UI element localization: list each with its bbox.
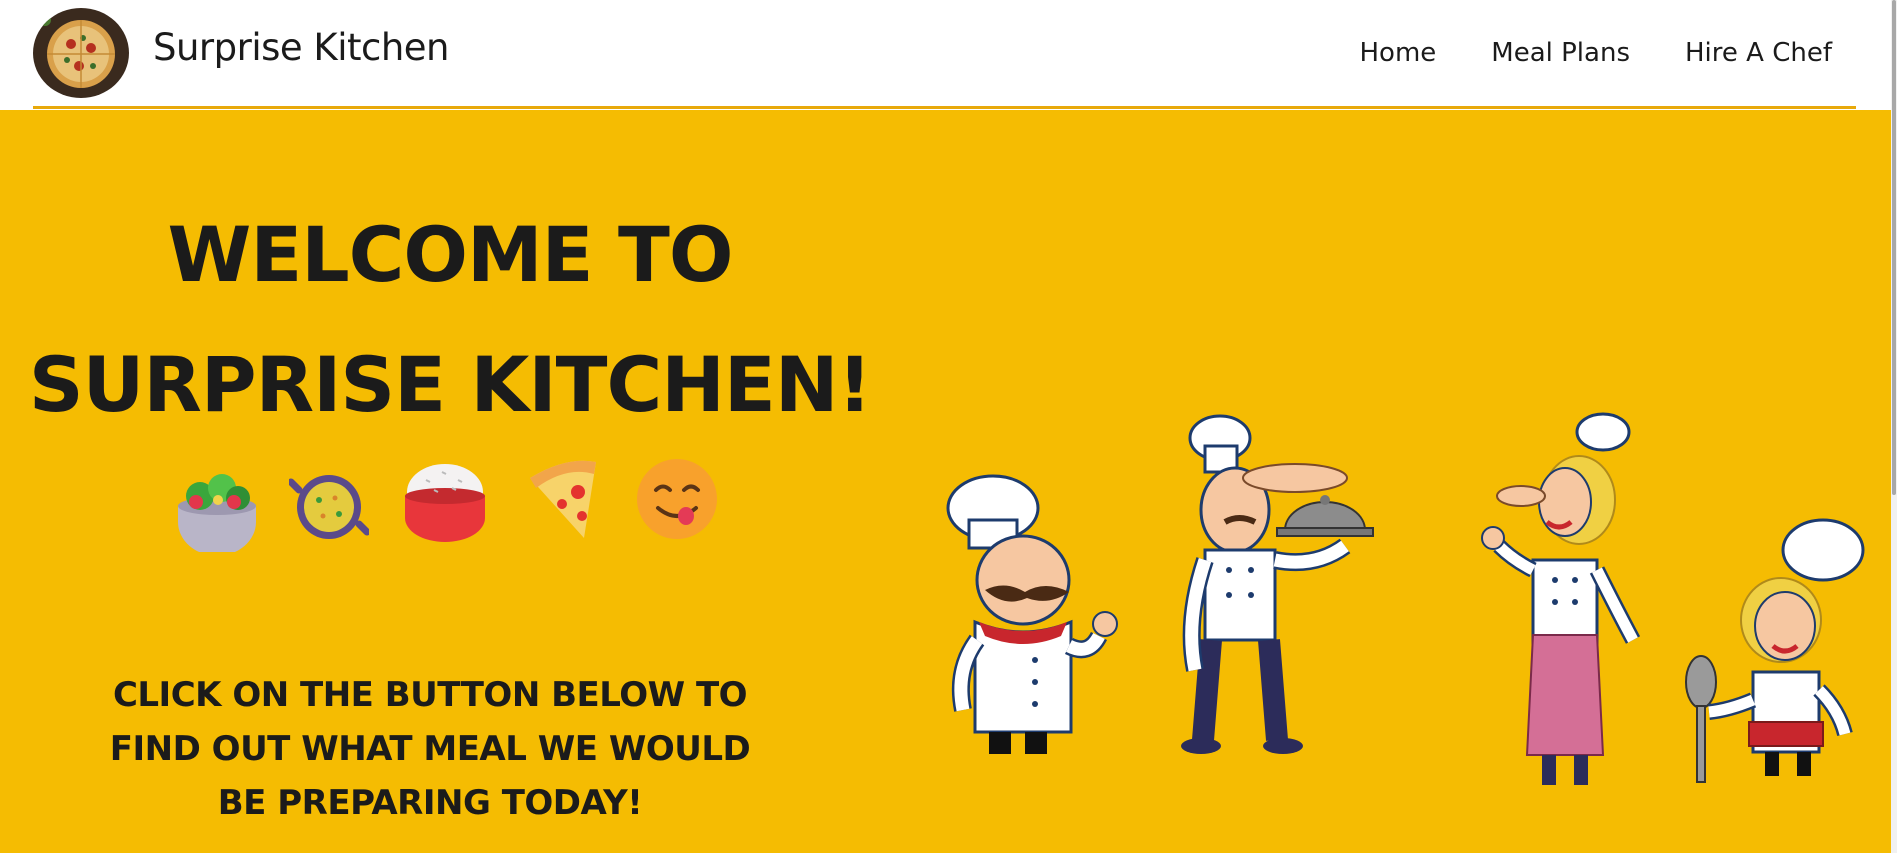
rice-bowl-icon [405,464,485,542]
nav-link-meal-plans[interactable]: Meal Plans [1491,38,1630,68]
pizza-logo-icon[interactable] [33,8,129,98]
scrollbar-thumb[interactable] [1892,0,1896,495]
yum-face-icon [637,459,717,539]
nav-link-home[interactable]: Home [1360,38,1437,68]
headline-line-1: WELCOME TO [167,210,733,299]
navbar: Surprise Kitchen Home Meal Plans Hire A … [0,0,1897,109]
salad-icon [178,474,256,552]
nav-links: Home Meal Plans Hire A Chef [1360,38,1833,68]
chef-spoon-figure [1685,518,1865,783]
paella-pan-icon [289,475,369,539]
hero-headline: WELCOME TO SURPRISE KITCHEN! [0,190,900,450]
chef-cloche-figure [1181,414,1374,754]
hero-subtext: CLICK ON THE BUTTON BELOW TO FIND OUT WH… [60,668,800,830]
scrollbar[interactable] [1891,0,1897,853]
subtext-line-3: BE PREPARING TODAY! [217,783,643,823]
subtext-line-1: CLICK ON THE BUTTON BELOW TO [112,675,748,715]
subtext-line-2: FIND OUT WHAT MEAL WE WOULD [109,729,751,769]
hero-section: WELCOME TO SURPRISE KITCHEN! CLICK ON TH… [0,110,1891,853]
pizza-slice-icon [530,460,596,538]
nav-divider [33,106,1856,109]
brand-title[interactable]: Surprise Kitchen [153,26,450,69]
chef-mustache-figure [946,474,1118,754]
nav-link-hire-a-chef[interactable]: Hire A Chef [1685,38,1832,68]
chef-female-figure [1481,412,1641,785]
headline-line-2: SURPRISE KITCHEN! [28,340,872,429]
chefs-illustration [946,412,1865,785]
